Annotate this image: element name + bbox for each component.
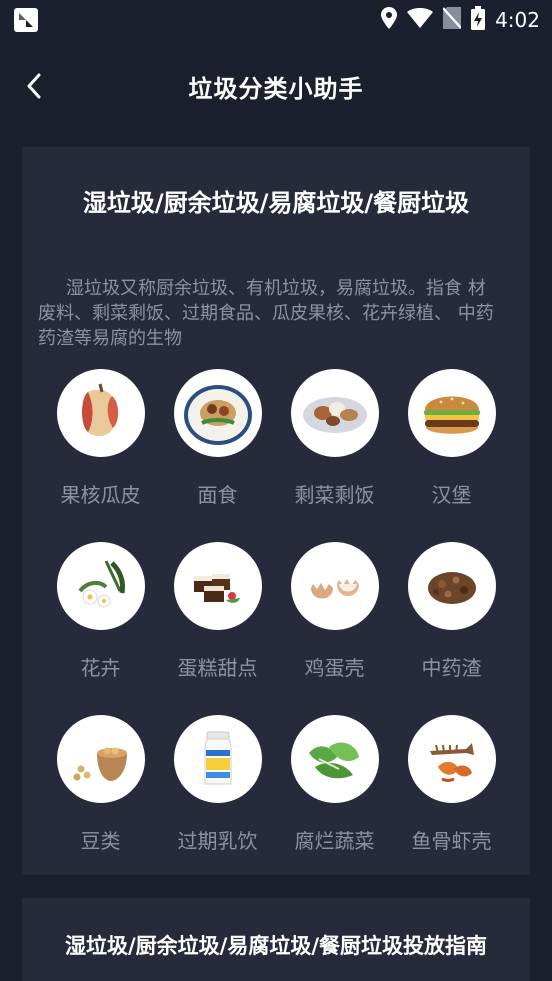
item-label: 鸡蛋壳: [304, 656, 365, 680]
vegetables-icon: [290, 715, 379, 803]
category-card: 湿垃圾/厨余垃圾/易腐垃圾/餐厨垃圾 湿垃圾又称厨余垃圾、有机垃圾，易腐垃圾。指…: [22, 147, 530, 875]
leftovers-icon: [290, 369, 379, 457]
hamburger-icon: [407, 369, 496, 457]
status-bar: 4:02: [0, 0, 552, 40]
herb-residue-icon: [407, 542, 496, 630]
grid-item[interactable]: 腐烂蔬菜: [276, 715, 393, 888]
item-label: 剩菜剩饭: [294, 483, 375, 507]
item-label: 鱼骨虾壳: [411, 829, 492, 853]
page-title: 垃圾分类小助手: [188, 74, 364, 103]
grid-item[interactable]: 过期乳饮: [159, 715, 276, 888]
grid-item[interactable]: 蛋糕甜点: [159, 542, 276, 715]
wifi-icon: [407, 8, 434, 32]
no-sim-icon: [442, 7, 462, 33]
item-label: 中药渣: [421, 656, 482, 680]
noodles-icon: [173, 369, 262, 457]
guide-title: 湿垃圾/厨余垃圾/易腐垃圾/餐厨垃圾投放指南: [64, 934, 487, 958]
item-grid: 果核瓜皮 面食 剩菜剩饭 汉堡 花卉 蛋糕甜点 鸡蛋壳 中药渣 豆类 过期乳饮 …: [22, 369, 530, 888]
eggshell-icon: [290, 542, 379, 630]
item-label: 果核瓜皮: [60, 483, 141, 507]
apple-core-icon: [56, 369, 145, 457]
grid-item[interactable]: 花卉: [42, 542, 159, 715]
item-label: 过期乳饮: [177, 829, 258, 853]
grid-item[interactable]: 剩菜剩饭: [276, 369, 393, 542]
fish-shrimp-icon: [407, 715, 496, 803]
item-label: 面食: [197, 483, 238, 507]
app-notification-icon: [14, 8, 38, 32]
back-button[interactable]: [18, 70, 50, 102]
beans-icon: [56, 715, 145, 803]
guide-card: 湿垃圾/厨余垃圾/易腐垃圾/餐厨垃圾投放指南: [22, 898, 530, 981]
item-label: 汉堡: [431, 483, 472, 507]
screen: 4:02 垃圾分类小助手 湿垃圾/厨余垃圾/易腐垃圾/餐厨垃圾 湿垃圾又称厨余垃…: [0, 0, 552, 981]
flowers-icon: [56, 542, 145, 630]
milk-drink-icon: [173, 715, 262, 803]
grid-item[interactable]: 鸡蛋壳: [276, 542, 393, 715]
app-header: 垃圾分类小助手: [0, 54, 552, 118]
grid-item[interactable]: 面食: [159, 369, 276, 542]
location-icon: [381, 7, 398, 33]
category-description: 湿垃圾又称厨余垃圾、有机垃圾，易腐垃圾。指食 材废料、剩菜剩饭、过期食品、瓜皮果…: [38, 278, 494, 349]
item-label: 腐烂蔬菜: [294, 829, 375, 853]
category-title: 湿垃圾/厨余垃圾/易腐垃圾/餐厨垃圾: [82, 189, 470, 217]
item-label: 豆类: [80, 829, 121, 853]
grid-item[interactable]: 中药渣: [393, 542, 510, 715]
battery-charging-icon: [471, 6, 486, 34]
item-label: 蛋糕甜点: [177, 656, 258, 680]
status-icons: 4:02: [381, 6, 540, 34]
item-label: 花卉: [80, 656, 121, 680]
chevron-left-icon: [27, 73, 41, 99]
grid-item[interactable]: 豆类: [42, 715, 159, 888]
grid-item[interactable]: 汉堡: [393, 369, 510, 542]
grid-item[interactable]: 鱼骨虾壳: [393, 715, 510, 888]
grid-item[interactable]: 果核瓜皮: [42, 369, 159, 542]
status-time: 4:02: [495, 8, 540, 32]
cake-icon: [173, 542, 262, 630]
